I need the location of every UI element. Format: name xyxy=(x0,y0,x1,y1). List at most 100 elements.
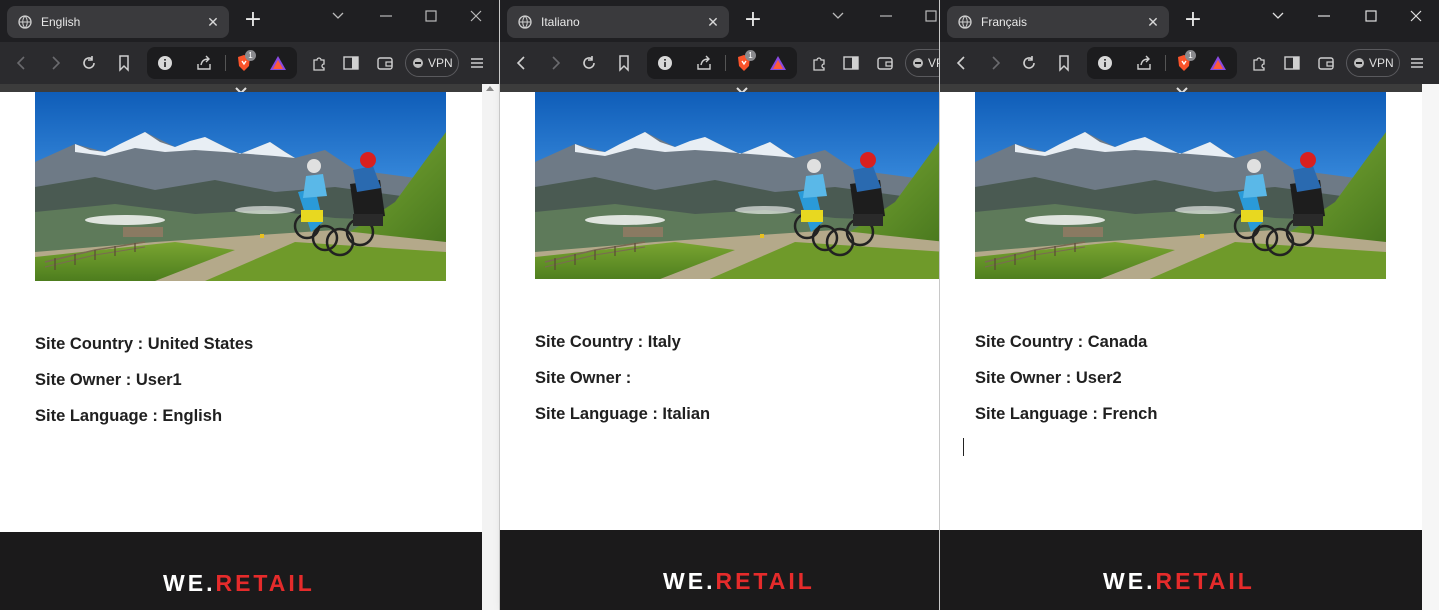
share-icon[interactable] xyxy=(694,53,714,73)
tab-francais[interactable]: Français ✕ xyxy=(947,6,1169,38)
globe-icon xyxy=(518,15,532,29)
vpn-label: VPN xyxy=(1369,56,1394,70)
toolbar: 1 VPN xyxy=(0,42,499,84)
close-window-icon[interactable] xyxy=(1406,8,1426,24)
scroll-up-icon[interactable] xyxy=(486,86,494,91)
vertical-scrollbar[interactable] xyxy=(482,84,499,610)
vpn-status-icon xyxy=(413,58,423,68)
minimize-icon[interactable] xyxy=(376,8,396,24)
shields-count-badge: 1 xyxy=(245,50,256,61)
text-caret xyxy=(963,438,964,456)
info-icon[interactable] xyxy=(1095,53,1115,73)
vpn-status-icon xyxy=(1354,58,1364,68)
site-country: Site Country : Canada xyxy=(975,333,1148,351)
back-icon[interactable] xyxy=(512,53,532,73)
reload-icon[interactable] xyxy=(79,53,99,73)
brave-rewards-icon[interactable] xyxy=(1208,53,1228,73)
brave-shields-icon[interactable]: 1 xyxy=(1174,50,1196,73)
chevron-down-icon[interactable] xyxy=(328,8,348,24)
sidebar-icon[interactable] xyxy=(841,53,861,73)
close-tab-icon[interactable]: ✕ xyxy=(205,14,221,30)
brave-shields-icon[interactable]: 1 xyxy=(234,50,256,73)
shields-count-badge: 1 xyxy=(745,50,756,61)
footer: WE.RETAIL xyxy=(940,530,1422,610)
info-icon[interactable] xyxy=(655,53,675,73)
reload-icon[interactable] xyxy=(579,53,599,73)
toolbar: 1 VPN xyxy=(500,42,939,84)
site-language: Site Language : English xyxy=(35,407,223,425)
site-country: Site Country : Italy xyxy=(535,333,681,351)
brave-shields-icon[interactable]: 1 xyxy=(734,50,756,73)
bookmark-icon[interactable] xyxy=(1054,53,1074,73)
site-owner: Site Owner : User2 xyxy=(975,369,1122,387)
site-language: Site Language : Italian xyxy=(535,405,711,423)
maximize-icon[interactable] xyxy=(921,8,939,24)
site-country: Site Country : United States xyxy=(35,335,254,353)
extensions-icon[interactable] xyxy=(309,53,329,73)
extensions-icon[interactable] xyxy=(1249,53,1269,73)
brave-rewards-icon[interactable] xyxy=(268,53,288,73)
address-bar[interactable]: 1 xyxy=(1087,47,1237,79)
chevron-down-icon[interactable] xyxy=(1268,8,1288,24)
tab-title: English xyxy=(41,15,81,29)
chevron-down-icon[interactable] xyxy=(828,8,848,24)
wallet-icon[interactable] xyxy=(875,53,895,73)
brave-rewards-icon[interactable] xyxy=(768,53,788,73)
bookmark-icon[interactable] xyxy=(114,53,134,73)
new-tab-button[interactable]: + xyxy=(1182,9,1204,31)
menu-icon[interactable] xyxy=(1407,53,1427,73)
vertical-scrollbar[interactable] xyxy=(1422,84,1439,610)
vpn-button[interactable]: VPN xyxy=(905,49,939,77)
new-tab-button[interactable]: + xyxy=(242,9,264,31)
reload-icon[interactable] xyxy=(1019,53,1039,73)
wallet-icon[interactable] xyxy=(375,53,395,73)
vpn-button[interactable]: VPN xyxy=(405,49,459,77)
globe-icon xyxy=(958,15,972,29)
we-retail-logo[interactable]: WE.RETAIL xyxy=(1103,568,1255,595)
back-icon[interactable] xyxy=(12,53,32,73)
site-owner: Site Owner : xyxy=(535,369,632,387)
globe-icon xyxy=(18,15,32,29)
site-language: Site Language : French xyxy=(975,405,1158,423)
tab-title: Italiano xyxy=(541,15,580,29)
info-icon[interactable] xyxy=(155,53,175,73)
share-icon[interactable] xyxy=(194,53,214,73)
tab-english[interactable]: English ✕ xyxy=(7,6,229,38)
address-bar[interactable]: 1 xyxy=(647,47,797,79)
new-tab-button[interactable]: + xyxy=(742,9,764,31)
vpn-button[interactable]: VPN xyxy=(1346,49,1400,77)
sidebar-icon[interactable] xyxy=(341,53,361,73)
vpn-status-icon xyxy=(913,58,923,68)
forward-icon[interactable] xyxy=(985,53,1005,73)
sidebar-icon[interactable] xyxy=(1282,53,1302,73)
browser-window-english: English ✕ + 1 VPN Site Country: United … xyxy=(0,0,499,610)
tab-strip: English ✕ + xyxy=(0,0,499,42)
bookmark-icon[interactable] xyxy=(614,53,634,73)
close-tab-icon[interactable]: ✕ xyxy=(1145,14,1161,30)
maximize-icon[interactable] xyxy=(1361,8,1381,24)
share-icon[interactable] xyxy=(1134,53,1154,73)
minimize-icon[interactable] xyxy=(1314,8,1334,24)
browser-window-francais: Français ✕ + 1 VPN Site Country: Canada… xyxy=(939,0,1439,610)
close-tab-icon[interactable]: ✕ xyxy=(705,14,721,30)
address-bar[interactable]: 1 xyxy=(147,47,297,79)
page-content: Site Country : United States Site Owner … xyxy=(0,84,482,610)
hero-image xyxy=(975,92,1386,279)
forward-icon[interactable] xyxy=(545,53,565,73)
vpn-label: VPN xyxy=(928,56,939,70)
we-retail-logo[interactable]: WE.RETAIL xyxy=(163,570,315,597)
tab-italiano[interactable]: Italiano ✕ xyxy=(507,6,729,38)
vpn-label: VPN xyxy=(428,56,453,70)
menu-icon[interactable] xyxy=(467,53,487,73)
extensions-icon[interactable] xyxy=(809,53,829,73)
we-retail-logo[interactable]: WE.RETAIL xyxy=(663,568,815,595)
footer: WE.RETAIL xyxy=(0,532,482,610)
maximize-icon[interactable] xyxy=(421,8,441,24)
close-window-icon[interactable] xyxy=(466,8,486,24)
forward-icon[interactable] xyxy=(45,53,65,73)
back-icon[interactable] xyxy=(952,53,972,73)
minimize-icon[interactable] xyxy=(876,8,896,24)
tab-strip: Français ✕ + xyxy=(940,0,1439,42)
hero-image xyxy=(535,92,939,279)
wallet-icon[interactable] xyxy=(1316,53,1336,73)
